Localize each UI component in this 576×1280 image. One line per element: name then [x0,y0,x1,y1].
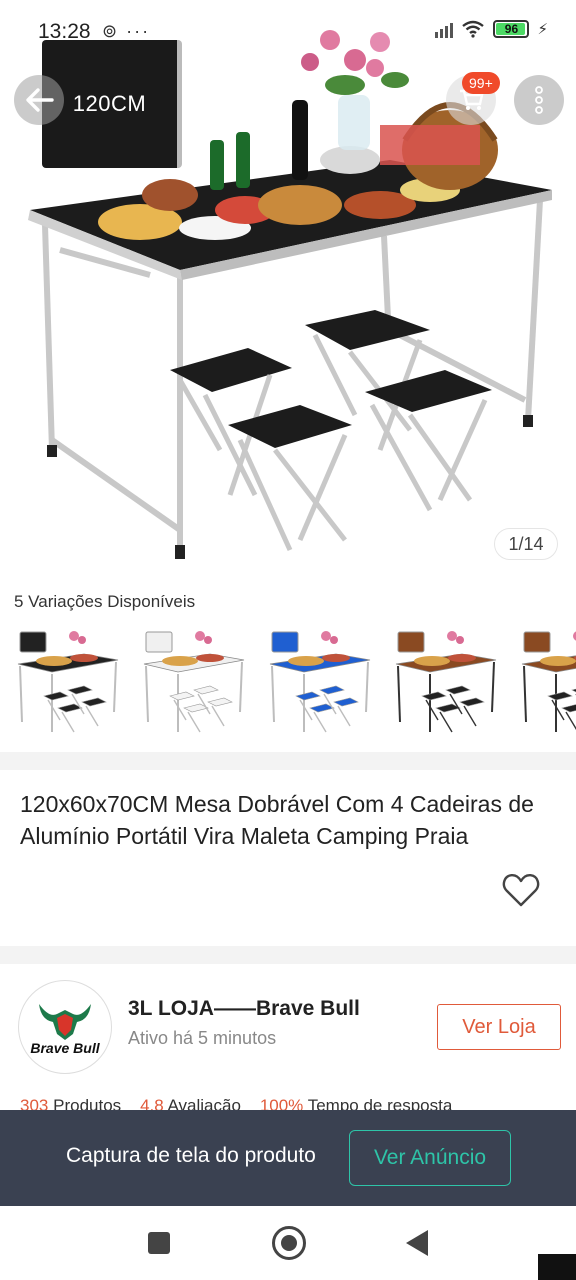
stat-label: Avaliação [167,1096,241,1110]
arrow-left-icon [26,88,54,112]
product-title: 120x60x70CM Mesa Dobrável Com 4 Cadeiras… [20,791,534,849]
battery-icon: 96 [493,20,530,38]
signal-icon [435,20,454,38]
variation-thumbnail[interactable] [140,624,250,736]
variations-list [14,624,576,736]
variation-image [17,631,119,733]
screenshot-capture-bar: Captura de tela do produto Ver Anúncio [0,1110,576,1206]
visit-store-button[interactable]: Ver Loja [437,1004,561,1050]
more-options-button[interactable] [514,75,564,125]
wifi-icon [462,20,485,38]
back-button[interactable] [14,75,64,125]
status-time: 13:28 [38,20,91,43]
section-divider [0,752,576,770]
view-listing-button[interactable]: Ver Anúncio [349,1130,511,1186]
product-image-gallery[interactable]: 120CM 13:28 ⊚ ··· 96 ⚡ 99+ 1/14 [0,0,576,580]
variation-thumbnail[interactable] [518,624,576,736]
notification-icons: ⊚ ··· [102,21,151,41]
heart-icon[interactable] [502,872,540,908]
variation-image [521,631,576,732]
system-navigation-bar [0,1206,576,1280]
bull-logo-icon [39,1004,91,1040]
status-bar: 13:28 ⊚ ··· 96 ⚡ [0,0,576,64]
status-right: 96 ⚡ [435,20,548,38]
variation-image [269,631,371,733]
store-logo-text: Brave Bull [30,1040,100,1056]
store-name[interactable]: 3L LOJA——Brave Bull [128,997,360,1021]
stat-value: 100% [259,1096,304,1110]
more-vertical-icon [535,86,543,114]
cart-badge: 99+ [462,72,500,94]
system-back-button[interactable] [406,1230,428,1256]
store-stats: 303 Produtos 4.8 Avaliação 100% Tempo de… [20,1096,452,1110]
section-divider [0,946,576,964]
variation-thumbnail[interactable] [266,624,376,736]
screen-corner [538,1254,576,1280]
variations-title: 5 Variações Disponíveis [14,592,196,611]
recents-button[interactable] [148,1232,170,1254]
variation-thumbnail[interactable] [392,624,502,736]
variation-thumbnail[interactable] [14,624,124,736]
store-active-status: Ativo há 5 minutos [128,1028,277,1048]
variation-image [395,631,497,733]
image-counter: 1/14 [494,528,558,560]
home-button[interactable] [272,1226,306,1260]
capture-text: Captura de tela do produto [66,1144,316,1167]
battery-level: 96 [504,22,519,36]
variation-image [143,631,245,733]
store-logo[interactable]: Brave Bull [18,980,112,1074]
stat-value: 303 [20,1096,49,1110]
stat-label: Tempo de resposta [307,1096,453,1110]
charging-icon: ⚡ [537,21,548,38]
stat-label: Produtos [53,1096,122,1110]
stat-value: 4.8 [140,1096,164,1110]
